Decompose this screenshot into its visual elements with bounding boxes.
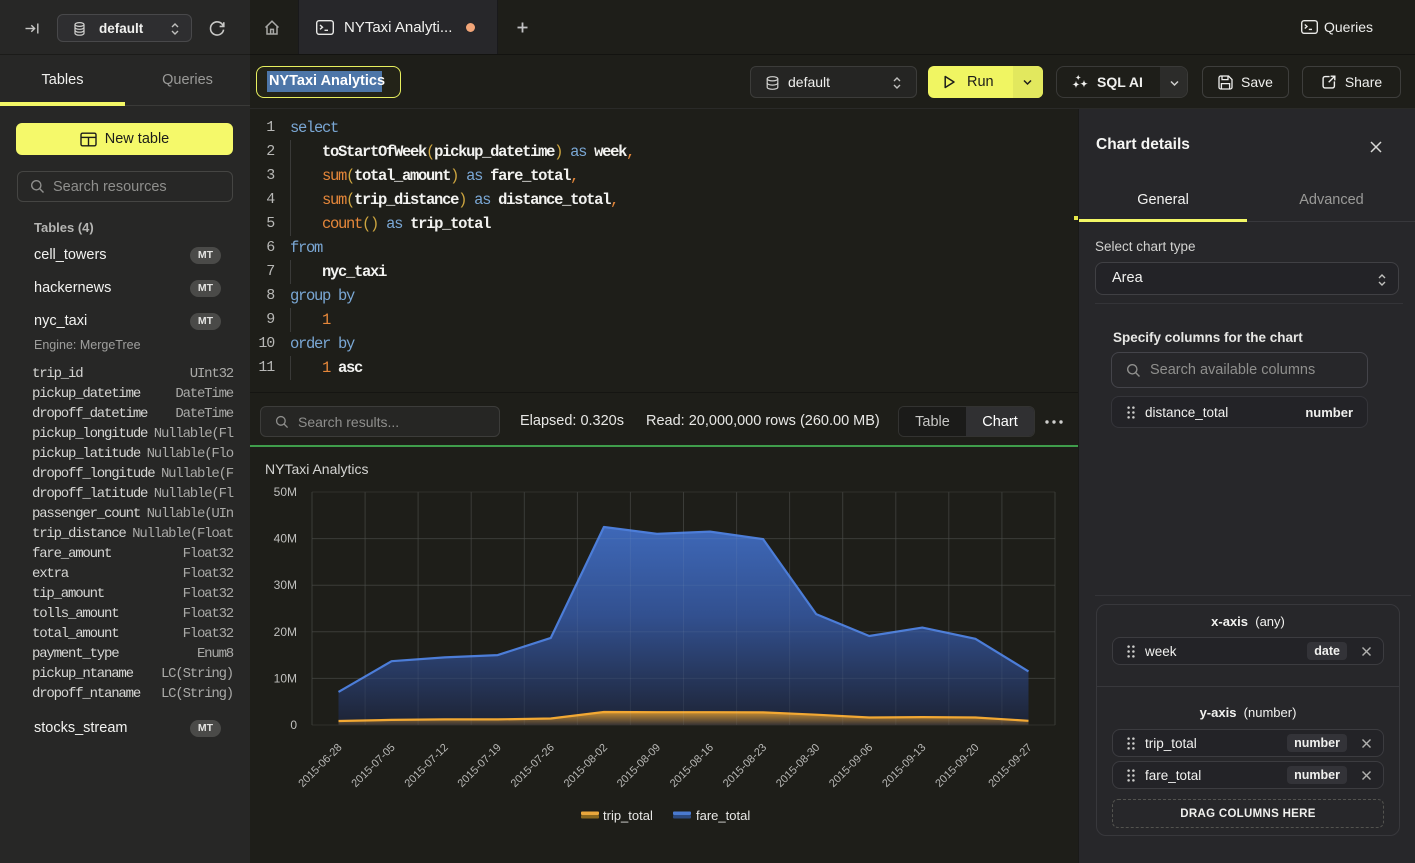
svg-text:30M: 30M	[274, 578, 297, 592]
svg-text:2015-09-27: 2015-09-27	[986, 742, 1034, 790]
svg-text:2015-07-26: 2015-07-26	[509, 742, 557, 790]
svg-text:2015-09-20: 2015-09-20	[933, 742, 981, 790]
svg-text:2015-08-23: 2015-08-23	[721, 742, 769, 790]
svg-text:2015-07-19: 2015-07-19	[456, 742, 504, 790]
svg-text:40M: 40M	[274, 532, 297, 546]
svg-text:2015-08-09: 2015-08-09	[615, 742, 663, 790]
svg-text:fare_total: fare_total	[696, 808, 750, 823]
svg-text:2015-08-02: 2015-08-02	[562, 742, 610, 790]
svg-text:50M: 50M	[274, 485, 297, 499]
svg-text:2015-08-30: 2015-08-30	[774, 742, 822, 790]
svg-text:0: 0	[290, 718, 297, 732]
svg-text:20M: 20M	[274, 625, 297, 639]
svg-text:trip_total: trip_total	[603, 808, 653, 823]
svg-text:2015-07-05: 2015-07-05	[349, 742, 397, 790]
svg-text:2015-08-16: 2015-08-16	[668, 742, 716, 790]
svg-text:2015-06-28: 2015-06-28	[296, 742, 344, 790]
svg-text:10M: 10M	[274, 671, 297, 685]
svg-text:NYTaxi Analytics: NYTaxi Analytics	[265, 461, 368, 477]
svg-text:2015-07-12: 2015-07-12	[403, 742, 451, 790]
svg-text:2015-09-13: 2015-09-13	[880, 742, 928, 790]
svg-text:2015-09-06: 2015-09-06	[827, 742, 875, 790]
